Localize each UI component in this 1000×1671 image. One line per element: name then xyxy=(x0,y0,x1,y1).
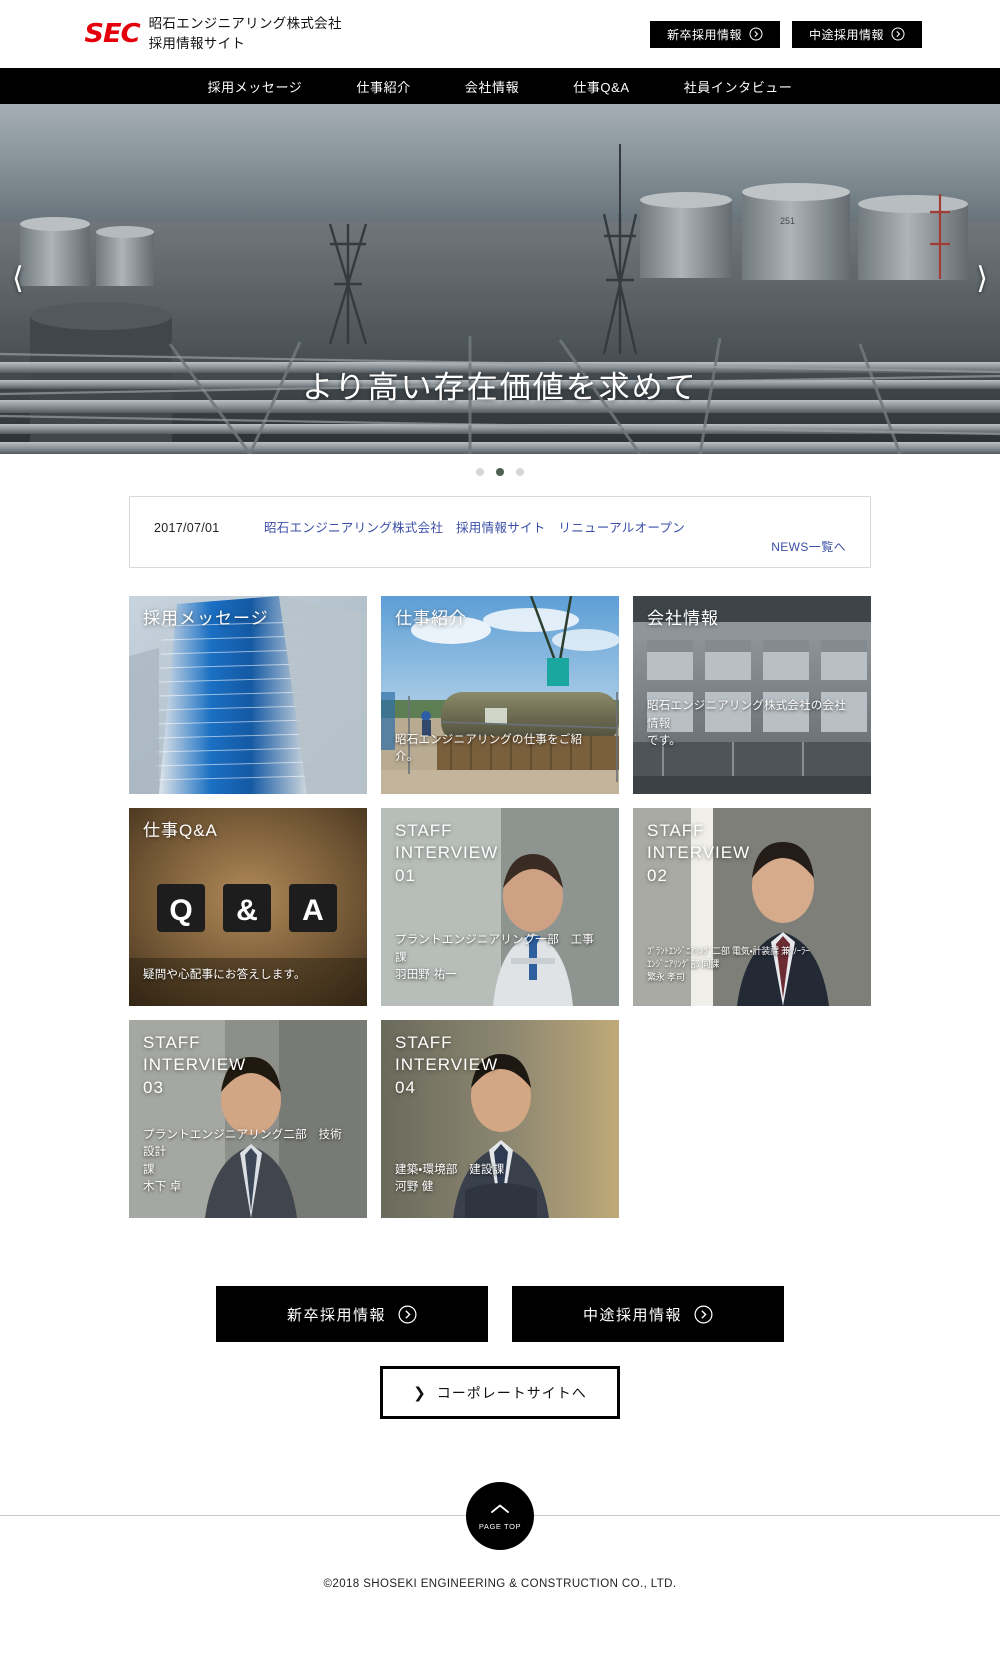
news-item[interactable]: 2017/07/01 昭石エンジニアリング株式会社 採用情報サイト リニューアル… xyxy=(154,517,846,536)
news-box: 2017/07/01 昭石エンジニアリング株式会社 採用情報サイト リニューアル… xyxy=(129,496,871,568)
nav-item-job-introduction[interactable]: 仕事紹介 xyxy=(329,77,437,96)
header-mid-career-button[interactable]: 中途採用情報 xyxy=(792,20,922,48)
hero-dot-3[interactable] xyxy=(516,468,524,476)
card-caption-company-info: 昭石エンジニアリング株式会社の会社情報 です。 xyxy=(647,700,846,747)
site-header: SEC 昭石エンジニアリング株式会社 採用情報サイト 新卒採用情報 中途採用情報 xyxy=(0,0,1000,68)
card-company-info[interactable]: 会社情報 昭石エンジニアリング株式会社の会社情報 です。 xyxy=(633,596,871,794)
chevron-right-icon: ❯ xyxy=(413,1384,427,1402)
news-list-link[interactable]: NEWS一覧へ xyxy=(771,538,846,555)
card-caption-job-qa: 疑問や心配事にお答えします。 xyxy=(143,968,306,981)
hero-slider: 251 ⟨ ⟩ より高い存在価値を求めて xyxy=(0,104,1000,454)
card-title-recruit-message: 採用メッセージ xyxy=(143,609,269,628)
footer-divider: PAGE TOP xyxy=(0,1482,1000,1550)
card-title-job-qa: 仕事Q&A xyxy=(143,821,218,840)
card-staff-interview-04[interactable]: STAFF INTERVIEW 04 建築・環境部 建設課 河野 健 xyxy=(381,1020,619,1218)
sec-logo-icon: SEC xyxy=(84,19,140,49)
circle-arrow-right-icon xyxy=(891,27,905,41)
site-logo[interactable]: SEC 昭石エンジニアリング株式会社 採用情報サイト xyxy=(84,14,342,53)
nav-item-recruit-message[interactable]: 採用メッセージ xyxy=(180,77,329,96)
circle-arrow-right-icon xyxy=(398,1305,417,1324)
card-title-staff-interview-02: STAFF INTERVIEW 02 xyxy=(647,821,751,885)
corporate-link-wrap: ❯ コーポレートサイトへ xyxy=(0,1366,1000,1419)
card-caption-job-introduction: 昭石エンジニアリングの仕事をご紹介。 xyxy=(395,733,583,763)
svg-text:A: A xyxy=(302,894,324,927)
card-staff-interview-03[interactable]: STAFF INTERVIEW 03 プラントエンジニアリング二部 技術設計 課… xyxy=(129,1020,367,1218)
card-recruit-message[interactable]: 採用メッセージ xyxy=(129,596,367,794)
cta-mid-career-label: 中途採用情報 xyxy=(582,1306,682,1324)
news-date: 2017/07/01 xyxy=(154,521,220,535)
cta-mid-career-button[interactable]: 中途採用情報 xyxy=(512,1286,784,1342)
header-new-grad-label: 新卒採用情報 xyxy=(666,27,742,42)
copyright-text: ©2018 SHOSEKI ENGINEERING & CONSTRUCTION… xyxy=(323,1578,677,1590)
card-title-staff-interview-03: STAFF INTERVIEW 03 xyxy=(143,1033,247,1097)
hero-slider-dots xyxy=(0,454,1000,490)
card-caption-staff-interview-02: ﾌﾟﾗﾝﾄｴﾝｼﾞﾆｱﾘﾝｸﾞ二部 電気・計装課 兼 ｿｰﾗｰ ｴﾝｼﾞﾆｱﾘﾝ… xyxy=(647,945,810,982)
corporate-site-button[interactable]: ❯ コーポレートサイトへ xyxy=(380,1366,620,1419)
nav-item-job-qa[interactable]: 仕事Q&A xyxy=(546,77,656,96)
page-top-button[interactable]: PAGE TOP xyxy=(466,1482,534,1550)
hero-title: より高い存在価値を求めて xyxy=(302,370,698,405)
card-staff-interview-02[interactable]: STAFF INTERVIEW 02 ﾌﾟﾗﾝﾄｴﾝｼﾞﾆｱﾘﾝｸﾞ二部 電気・… xyxy=(633,808,871,1006)
card-job-introduction[interactable]: 仕事紹介 昭石エンジニアリングの仕事をご紹介。 xyxy=(381,596,619,794)
header-action-buttons: 新卒採用情報 中途採用情報 xyxy=(650,20,922,48)
logo-text: 昭石エンジニアリング株式会社 採用情報サイト xyxy=(149,14,342,53)
card-title-staff-interview-04: STAFF INTERVIEW 04 xyxy=(395,1033,499,1097)
content-card-grid: 採用メッセージ 仕事紹介 昭石エンジニアリングの仕事をご紹介。 会社情報 昭石エ… xyxy=(129,596,871,1218)
nav-item-staff-interview[interactable]: 社員インタビュー xyxy=(657,77,820,96)
cta-button-row: 新卒採用情報 中途採用情報 xyxy=(0,1286,1000,1342)
logo-site-name: 採用情報サイト xyxy=(148,36,246,51)
circle-arrow-right-icon xyxy=(749,27,763,41)
card-caption-staff-interview-01: プラントエンジニアリング一部 工事課 羽田野 祐一 xyxy=(395,934,594,981)
card-job-qa[interactable]: Q & A 仕事Q&A 疑問や心配事にお答えします。 xyxy=(129,808,367,1006)
card-caption-staff-interview-03: プラントエンジニアリング二部 技術設計 課 木下 卓 xyxy=(143,1129,342,1193)
news-headline[interactable]: 昭石エンジニアリング株式会社 採用情報サイト リニューアルオープン xyxy=(264,517,685,536)
header-new-grad-button[interactable]: 新卒採用情報 xyxy=(650,20,780,48)
card-staff-interview-01[interactable]: STAFF INTERVIEW 01 プラントエンジニアリング一部 工事課 羽田… xyxy=(381,808,619,1006)
card-caption-staff-interview-04: 建築・環境部 建設課 河野 健 xyxy=(395,1163,505,1193)
header-mid-career-label: 中途採用情報 xyxy=(808,27,884,42)
card-title-job-introduction: 仕事紹介 xyxy=(395,609,467,628)
logo-company-name: 昭石エンジニアリング株式会社 xyxy=(148,16,342,32)
card-title-company-info: 会社情報 xyxy=(647,609,719,628)
hero-dot-1[interactable] xyxy=(476,468,484,476)
page-top-label: PAGE TOP xyxy=(478,1521,522,1531)
hero-dot-2[interactable] xyxy=(496,468,504,476)
cta-new-grad-label: 新卒採用情報 xyxy=(286,1306,386,1324)
hero-next-button[interactable]: ⟩ xyxy=(976,264,988,294)
chevron-up-icon xyxy=(490,1502,510,1520)
hero-prev-button[interactable]: ⟨ xyxy=(12,264,24,294)
svg-text:Q: Q xyxy=(169,894,192,927)
corporate-site-label: コーポレートサイトへ xyxy=(436,1384,587,1401)
nav-item-company-info[interactable]: 会社情報 xyxy=(438,77,546,96)
card-title-staff-interview-01: STAFF INTERVIEW 01 xyxy=(395,821,499,885)
cta-new-grad-button[interactable]: 新卒採用情報 xyxy=(216,1286,488,1342)
global-nav: 採用メッセージ 仕事紹介 会社情報 仕事Q&A 社員インタビュー xyxy=(0,68,1000,104)
circle-arrow-right-icon xyxy=(694,1305,713,1324)
svg-text:&: & xyxy=(236,894,258,927)
